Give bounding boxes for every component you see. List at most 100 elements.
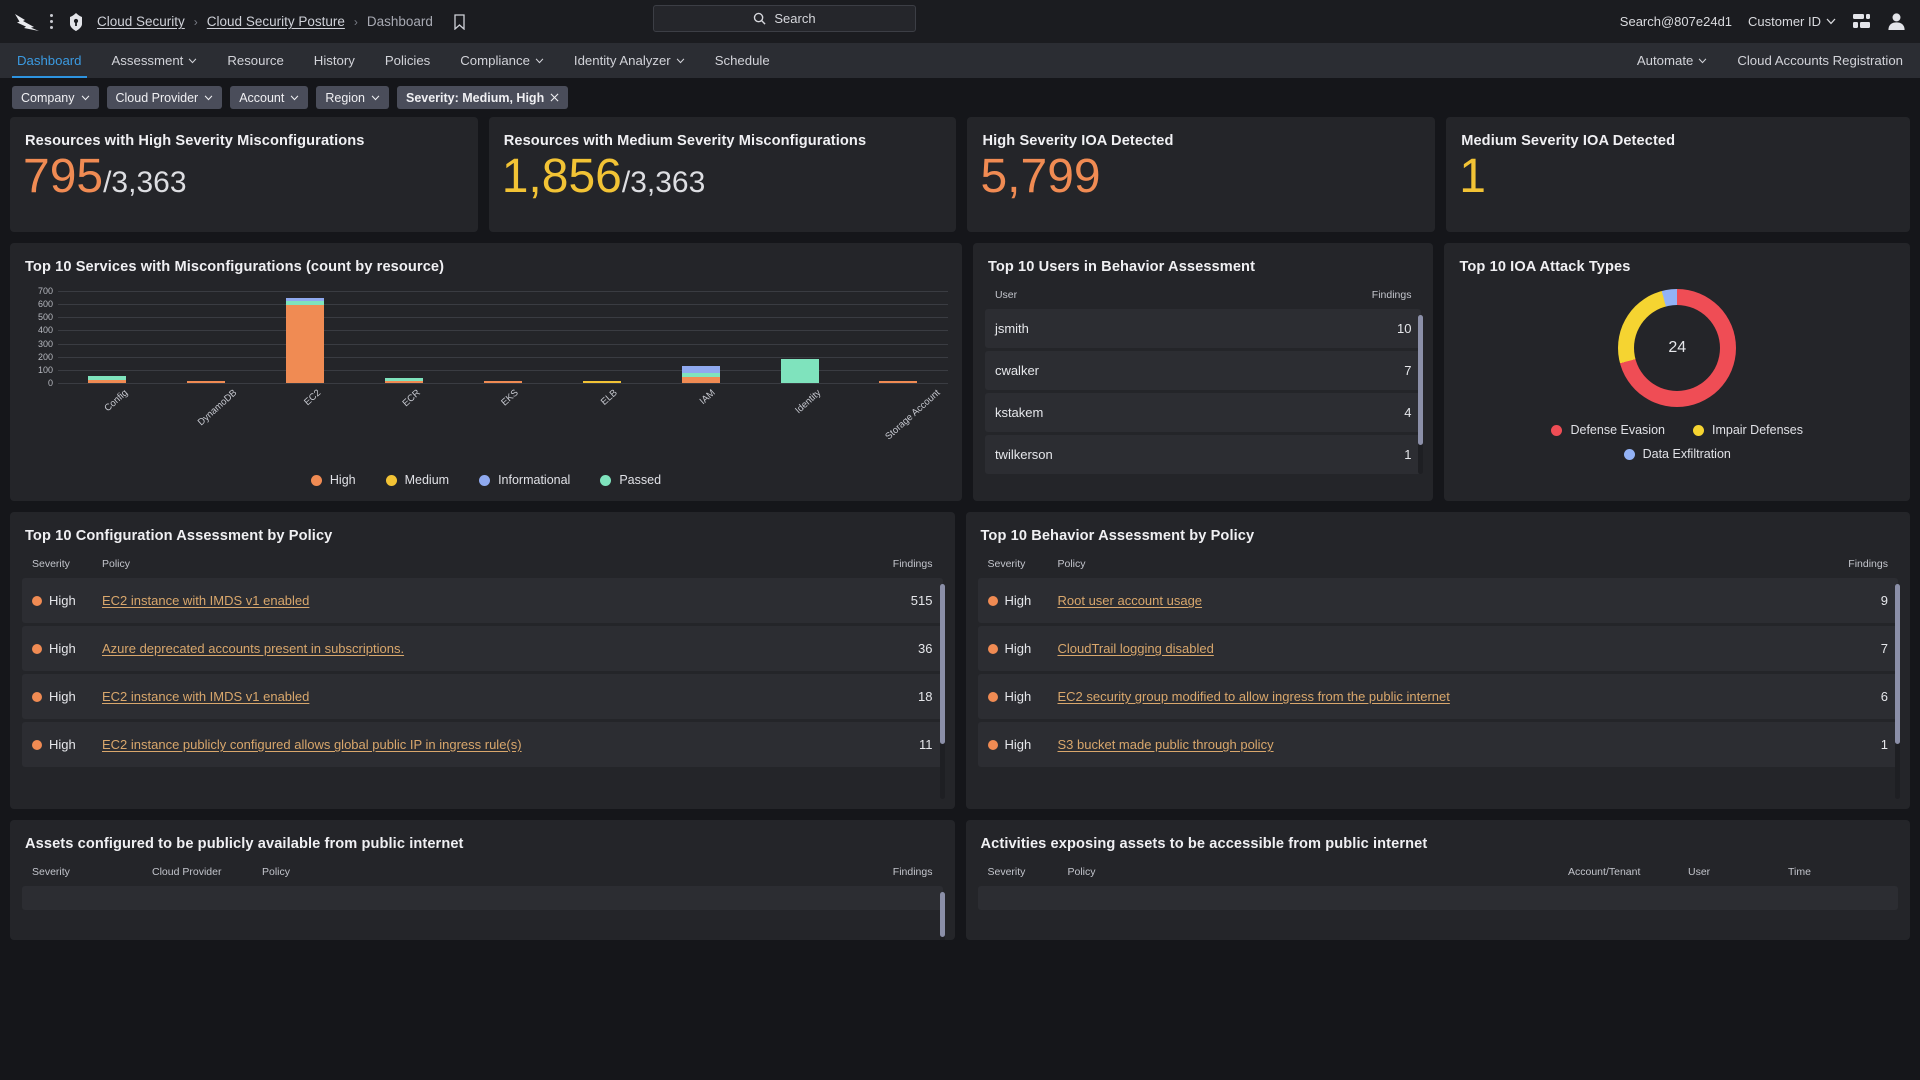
bar-slot[interactable] (651, 291, 750, 383)
legend-item-defense-evasion[interactable]: Defense Evasion (1551, 423, 1665, 437)
legend-item-informational[interactable]: Informational (479, 473, 570, 487)
table-row[interactable] (978, 886, 1899, 910)
panel-title: Activities exposing assets to be accessi… (966, 820, 1911, 852)
kpi-title: Resources with Medium Severity Misconfig… (489, 117, 957, 149)
legend-item-impair-defenses[interactable]: Impair Defenses (1693, 423, 1803, 437)
filter-chip-account[interactable]: Account (230, 86, 308, 109)
stacked-bar[interactable] (879, 381, 917, 383)
policy-cell: EC2 instance with IMDS v1 enabled (102, 689, 863, 704)
legend-swatch (311, 475, 322, 486)
table-row[interactable]: HighEC2 instance with IMDS v1 enabled515 (22, 578, 943, 623)
stacked-bar[interactable] (682, 366, 720, 383)
breadcrumb-item-cloud-security-posture[interactable]: Cloud Security Posture (207, 14, 345, 29)
nav-item-automate[interactable]: Automate (1622, 43, 1722, 78)
stacked-bar[interactable] (88, 376, 126, 383)
bar-slot[interactable] (58, 291, 157, 383)
legend-item-passed[interactable]: Passed (600, 473, 661, 487)
x-axis-label: Config (101, 386, 130, 414)
nav-item-assessment[interactable]: Assessment (97, 43, 213, 78)
kpi-card-medium-severity-ioa[interactable]: Medium Severity IOA Detected 1 (1446, 117, 1910, 232)
bar-slot[interactable] (849, 291, 948, 383)
scrollbar-track[interactable] (940, 892, 945, 940)
kpi-card-medium-severity-misconfigurations[interactable]: Resources with Medium Severity Misconfig… (489, 117, 957, 232)
nav-item-history[interactable]: History (299, 43, 370, 78)
bookmark-icon[interactable] (453, 14, 466, 30)
customer-id-selector[interactable]: Customer ID (1748, 14, 1836, 29)
filter-chip-company[interactable]: Company (12, 86, 99, 109)
stacked-bar[interactable] (484, 381, 522, 383)
stacked-bar[interactable] (781, 359, 819, 383)
table-row[interactable]: jsmith10 (985, 309, 1422, 348)
bar-slot[interactable] (157, 291, 256, 383)
table-row[interactable]: HighEC2 instance publicly configured all… (22, 722, 943, 767)
nav-item-schedule[interactable]: Schedule (700, 43, 785, 78)
policy-link[interactable]: EC2 instance with IMDS v1 enabled (102, 689, 309, 704)
stacked-bar[interactable] (385, 378, 423, 383)
policy-link[interactable]: Azure deprecated accounts present in sub… (102, 641, 404, 656)
nav-item-cloud-accounts-registration[interactable]: Cloud Accounts Registration (1722, 43, 1918, 78)
scrollbar-track[interactable] (1895, 584, 1900, 799)
breadcrumb-item-cloud-security[interactable]: Cloud Security (97, 14, 185, 29)
legend-item-medium[interactable]: Medium (386, 473, 449, 487)
app-menu-icon[interactable] (42, 14, 60, 29)
nav-item-policies[interactable]: Policies (370, 43, 445, 78)
filter-chip-severity[interactable]: Severity: Medium, High (397, 86, 568, 109)
policy-link[interactable]: S3 bucket made public through policy (1058, 737, 1274, 752)
bar-segment (385, 381, 423, 383)
nav-item-resource[interactable]: Resource (212, 43, 298, 78)
stacked-bar[interactable] (583, 381, 621, 383)
policy-link[interactable]: EC2 security group modified to allow ing… (1058, 689, 1450, 704)
column-policy: Policy (1058, 558, 1819, 570)
grid-icon[interactable] (1852, 13, 1871, 30)
table-row[interactable]: HighEC2 security group modified to allow… (978, 674, 1899, 719)
search-input[interactable]: Search (653, 5, 916, 32)
bar-slot[interactable] (552, 291, 651, 383)
scrollbar-track[interactable] (1418, 315, 1423, 474)
legend-swatch (1624, 449, 1635, 460)
table-row[interactable]: twilkerson1 (985, 435, 1422, 474)
scrollbar-thumb[interactable] (940, 584, 945, 744)
nav-item-identity-analyzer[interactable]: Identity Analyzer (559, 43, 700, 78)
close-icon[interactable] (550, 93, 559, 102)
nav-item-dashboard[interactable]: Dashboard (2, 43, 97, 78)
donut-ring[interactable]: 24 (1618, 289, 1736, 407)
bar-slot[interactable] (454, 291, 553, 383)
chevron-down-icon (188, 58, 197, 64)
policy-link[interactable]: Root user account usage (1058, 593, 1203, 608)
kpi-card-high-severity-misconfigurations[interactable]: Resources with High Severity Misconfigur… (10, 117, 478, 232)
table-row[interactable]: kstakem4 (985, 393, 1422, 432)
policy-link[interactable]: CloudTrail logging disabled (1058, 641, 1214, 656)
table-row[interactable]: HighRoot user account usage9 (978, 578, 1899, 623)
scrollbar-thumb[interactable] (940, 892, 945, 937)
table-row[interactable] (22, 886, 943, 910)
bar-slot[interactable] (256, 291, 355, 383)
table-row[interactable]: HighCloudTrail logging disabled7 (978, 626, 1899, 671)
user-avatar-icon[interactable] (1887, 12, 1906, 31)
policy-link[interactable]: EC2 instance publicly configured allows … (102, 737, 522, 752)
table-row[interactable]: HighAzure deprecated accounts present in… (22, 626, 943, 671)
ioa-attack-types-card: Top 10 IOA Attack Types 24 Defense Evasi… (1444, 243, 1910, 501)
kpi-card-high-severity-ioa[interactable]: High Severity IOA Detected 5,799 (967, 117, 1435, 232)
falcon-logo-icon[interactable] (14, 11, 40, 33)
scrollbar-thumb[interactable] (1895, 584, 1900, 744)
table-row[interactable]: HighS3 bucket made public through policy… (978, 722, 1899, 767)
configuration-assessment-card: Top 10 Configuration Assessment by Polic… (10, 512, 955, 809)
legend-swatch (1693, 425, 1704, 436)
scrollbar-thumb[interactable] (1418, 315, 1423, 445)
bar-slot[interactable] (355, 291, 454, 383)
scrollbar-track[interactable] (940, 584, 945, 799)
nav-item-compliance[interactable]: Compliance (445, 43, 559, 78)
stacked-bar[interactable] (187, 381, 225, 383)
legend-item-high[interactable]: High (311, 473, 356, 487)
table-row[interactable]: HighEC2 instance with IMDS v1 enabled18 (22, 674, 943, 719)
user-cell: cwalker (995, 363, 1322, 378)
severity-dot (988, 596, 998, 606)
filter-chip-cloud-provider[interactable]: Cloud Provider (107, 86, 223, 109)
table-row[interactable]: cwalker7 (985, 351, 1422, 390)
policy-link[interactable]: EC2 instance with IMDS v1 enabled (102, 593, 309, 608)
legend-item-data-exfiltration[interactable]: Data Exfiltration (1624, 447, 1731, 461)
filter-chip-region[interactable]: Region (316, 86, 389, 109)
public-activities-table: Severity Policy Account/Tenant User Time (978, 866, 1899, 910)
bar-slot[interactable] (750, 291, 849, 383)
stacked-bar[interactable] (286, 298, 324, 383)
